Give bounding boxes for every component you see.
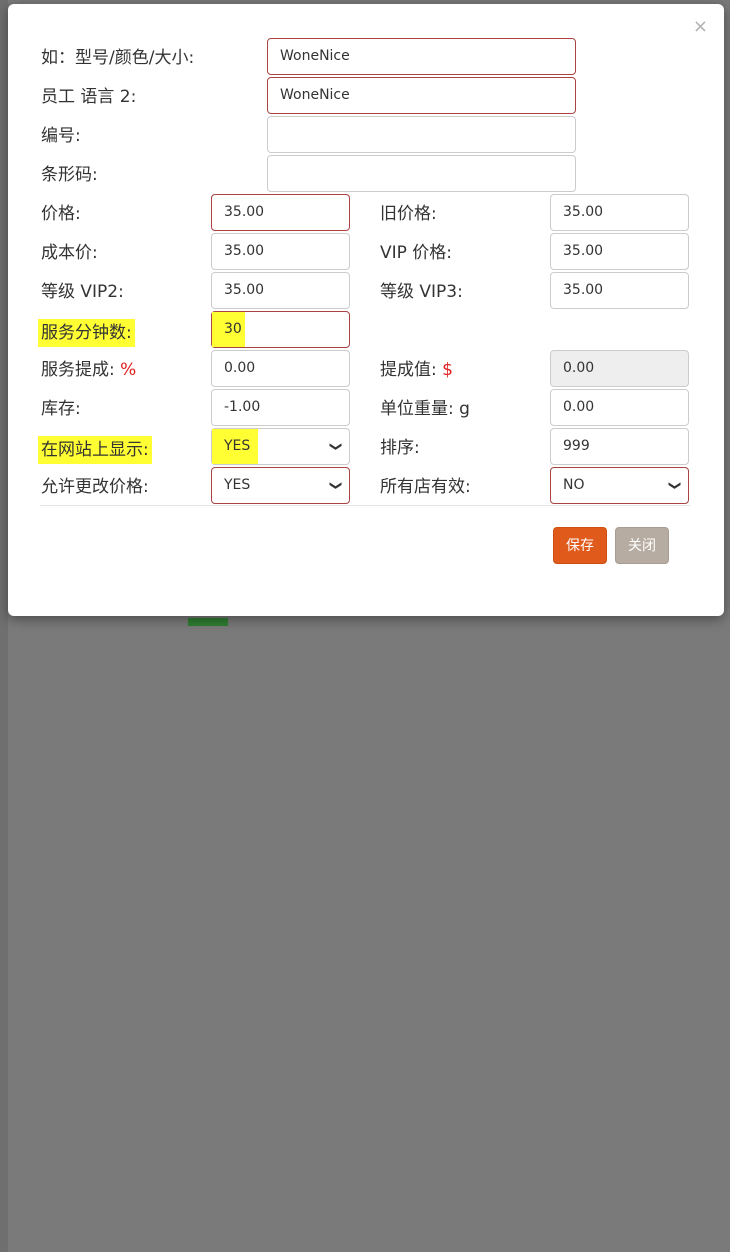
vip-price-label: VIP 价格: <box>380 243 453 263</box>
service-minutes-value: 30 <box>212 312 245 347</box>
stock-label: 库存: <box>41 399 81 419</box>
commission-value-input: 0.00 <box>550 350 689 387</box>
allow-price-change-label: 允许更改价格: <box>41 477 149 497</box>
background-page-right <box>0 626 8 1252</box>
barcode-label: 条形码: <box>41 165 98 185</box>
save-button[interactable]: 保存 <box>553 527 607 564</box>
allow-price-change-select[interactable]: YES ❯ <box>211 467 350 504</box>
service-commission-input[interactable]: 0.00 <box>211 350 350 387</box>
dollar-unit: $ <box>442 360 453 380</box>
staff-lang2-input[interactable]: WoneNice <box>267 77 576 114</box>
vip2-input[interactable]: 35.00 <box>211 272 350 309</box>
footer-divider <box>40 505 690 506</box>
show-on-site-label: 在网站上显示: <box>38 436 152 464</box>
model-input[interactable]: WoneNice <box>267 38 576 75</box>
cost-input[interactable]: 35.00 <box>211 233 350 270</box>
show-on-site-value: YES <box>212 429 259 464</box>
all-stores-select[interactable]: NO ❯ <box>550 467 689 504</box>
old-price-label: 旧价格: <box>380 204 437 224</box>
background-page-left <box>0 0 8 626</box>
show-on-site-select[interactable]: YES ❯ <box>211 428 350 465</box>
chevron-down-icon: ❯ <box>668 480 683 491</box>
service-minutes-label: 服务分钟数: <box>38 319 135 347</box>
chevron-down-icon: ❯ <box>329 441 344 452</box>
service-commission-label: 服务提成: % <box>41 358 136 382</box>
stock-input[interactable]: -1.00 <box>211 389 350 426</box>
vip3-label: 等级 VIP3: <box>380 282 463 302</box>
cost-label: 成本价: <box>41 243 98 263</box>
barcode-input[interactable] <box>267 155 576 192</box>
all-stores-label: 所有店有效: <box>380 477 471 497</box>
commission-value-label: 提成值: $ <box>380 358 453 382</box>
chevron-down-icon: ❯ <box>329 480 344 491</box>
product-edit-dialog: × 如：型号/颜色/大小: WoneNice 员工 语言 2: WoneNice… <box>8 4 724 616</box>
unit-weight-input[interactable]: 0.00 <box>550 389 689 426</box>
service-minutes-input[interactable]: 30 <box>211 311 350 348</box>
close-icon[interactable]: × <box>693 16 708 37</box>
sort-label: 排序: <box>380 438 420 458</box>
service-commission-text: 服务提成: <box>41 360 121 380</box>
unit-weight-label: 单位重量: g <box>380 399 470 419</box>
vip2-label: 等级 VIP2: <box>41 282 124 302</box>
old-price-input[interactable]: 35.00 <box>550 194 689 231</box>
staff-lang2-label: 员工 语言 2: <box>41 87 137 107</box>
background-green-element <box>188 618 228 626</box>
code-input[interactable] <box>267 116 576 153</box>
commission-value-text: 提成值: <box>380 360 443 380</box>
percent-unit: % <box>120 360 137 380</box>
allow-price-change-value: YES <box>224 477 251 493</box>
price-input[interactable]: 35.00 <box>211 194 350 231</box>
close-button[interactable]: 关闭 <box>615 527 669 564</box>
vip3-input[interactable]: 35.00 <box>550 272 689 309</box>
price-label: 价格: <box>41 204 81 224</box>
vip-price-input[interactable]: 35.00 <box>550 233 689 270</box>
code-label: 编号: <box>41 126 81 146</box>
all-stores-value: NO <box>563 477 585 493</box>
model-label: 如：型号/颜色/大小: <box>41 48 195 68</box>
sort-input[interactable]: 999 <box>550 428 689 465</box>
